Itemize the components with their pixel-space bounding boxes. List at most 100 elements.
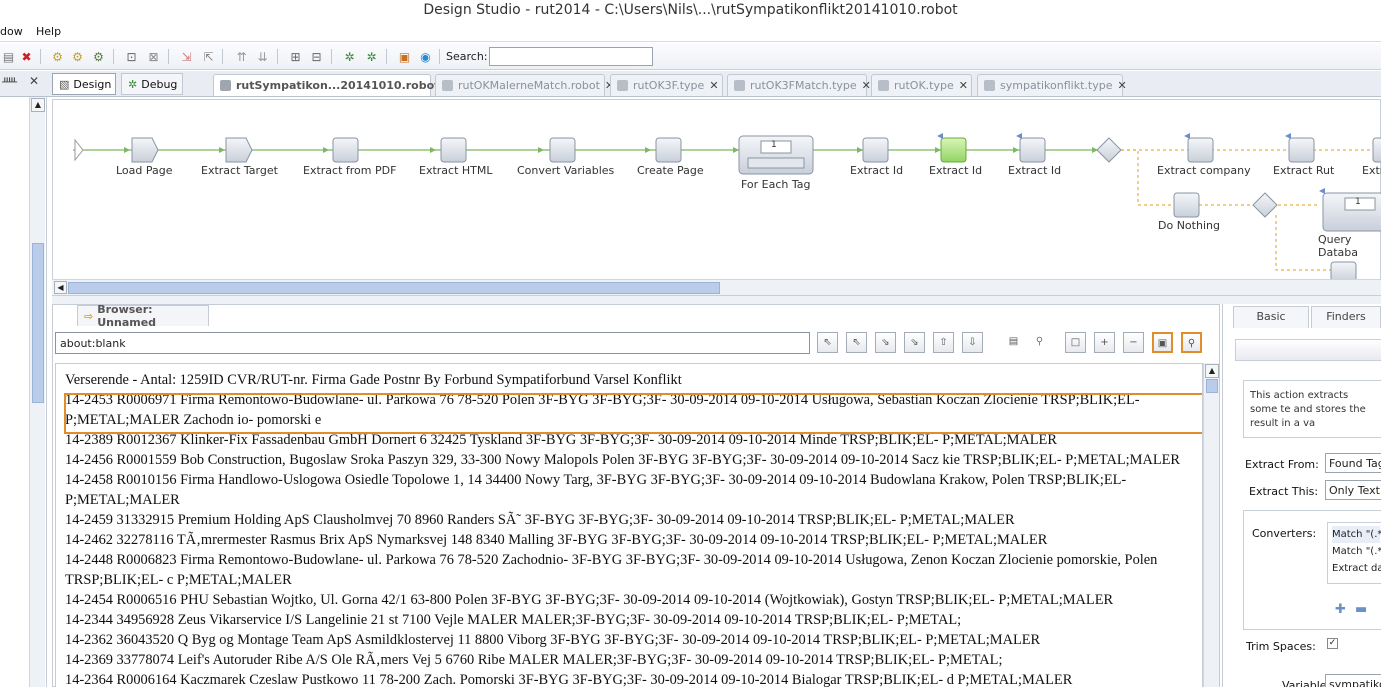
flow-step-do-nothing[interactable] [1173,192,1200,218]
file-tab-type[interactable]: rutOK.type ✕ [871,74,972,96]
converter-item[interactable]: Match "(.* [1332,543,1381,560]
extract-this-select[interactable]: Only Text [1325,480,1381,500]
run-all-icon[interactable]: ⚙ [69,48,86,65]
tab-browser[interactable]: ⇨ Browser: Unnamed [77,303,209,329]
remove-converter-icon[interactable]: ▬ [1355,602,1367,617]
flow-branch-point[interactable] [1252,192,1278,218]
find-selection-icon[interactable]: ⚲ [1181,332,1202,353]
scroll-up-icon[interactable]: ▲ [1205,364,1219,378]
insert-before-icon[interactable]: ⇲ [178,48,195,65]
tab-basic[interactable]: Basic [1233,306,1309,328]
left-scrollbar[interactable]: ▲ [29,97,45,687]
flow-step-extract-rut[interactable] [1288,137,1315,163]
content-row[interactable]: 14-2448 R0006823 Firma Remontowo-Budowla… [65,550,1157,570]
insert-after-icon[interactable]: ⇱ [200,48,217,65]
file-tab-robot[interactable]: rutOKMalerneMatch.robot ✕ [435,74,614,96]
flow-horizontal-scrollbar[interactable]: ◀ [52,279,1381,295]
scroll-up-icon[interactable]: ▲ [31,98,45,112]
flow-step-extract-id[interactable] [862,137,889,163]
branch-icon[interactable]: ⇈ [233,48,250,65]
trim-spaces-checkbox[interactable]: ✓ [1327,638,1338,649]
nav-prev-icon[interactable]: ⇖ [846,332,867,353]
expand-icon[interactable]: ⊞ [287,48,304,65]
url-field[interactable]: about:blank [55,332,810,354]
menu-help[interactable]: Help [36,25,61,38]
flow-step-extract-company[interactable] [1187,137,1214,163]
content-row[interactable]: 14-2364 R0006164 Kaczmarek Czeslaw Pustk… [65,670,1072,687]
tab-design[interactable]: ▧ Design [52,73,116,95]
zoom-in-icon[interactable]: + [1094,332,1115,353]
flow-step-load-page[interactable] [131,137,159,163]
flow-step-convert-variables[interactable] [549,137,576,163]
nav-down-icon[interactable]: ⇩ [962,332,983,353]
nav-next-icon[interactable]: ⇘ [875,332,896,353]
close-tab-icon[interactable]: ✕ [862,79,871,92]
content-row[interactable]: 14-2456 R0001559 Bob Construction, Bugos… [65,450,1180,470]
run-steps-icon[interactable]: ⚙ [49,48,66,65]
content-row[interactable]: 14-2459 31332915 Premium Holding ApS Cla… [65,510,1015,530]
panel-splitter[interactable] [52,296,1381,304]
flow-step[interactable] [1330,261,1357,280]
tab-debug[interactable]: ✲ Debug [121,73,183,95]
scroll-left-icon[interactable]: ◀ [54,281,67,294]
file-tab-robot-active[interactable]: rutSympatikon...20141010.robot ✕ [213,74,454,96]
nav-up-icon[interactable]: ⇧ [933,332,954,353]
content-row[interactable]: 14-2369 33778074 Leif's Autoruder Ribe A… [65,650,1002,670]
file-tab-type[interactable]: rutOK3F.type ✕ [610,74,723,96]
expand-selection-icon[interactable]: ▣ [1152,332,1173,353]
collapse-icon[interactable]: ⊟ [308,48,325,65]
search-input[interactable] [489,47,653,66]
variable-select[interactable]: sympatikon [1325,674,1381,687]
browser-content[interactable]: Verserende - Antal: 1259ID CVR/RUT-nr. F… [55,363,1203,687]
content-row[interactable]: 14-2344 34956928 Zeus Vikarservice I/S L… [65,610,961,630]
flow-step-create-page[interactable] [655,137,682,163]
merge-icon[interactable]: ⇊ [254,48,271,65]
converters-list[interactable]: Match "(.* Match "(.* Extract da [1327,522,1381,584]
menu-window[interactable]: dow [0,25,23,38]
flow-step-extract-target[interactable] [225,137,253,163]
content-row[interactable]: 14-2454 R0006516 PHU Sebastian Wojtko, U… [65,590,1113,610]
scrollbar-thumb[interactable] [32,243,44,403]
flow-step-extract-html[interactable] [440,137,467,163]
scrollbar-thumb[interactable] [1206,379,1218,393]
close-panel-icon[interactable]: ✕ [29,74,39,88]
action-selector[interactable] [1235,339,1381,361]
bookmark-icon[interactable]: ▣ [396,48,413,65]
ungroup-icon[interactable]: ⊠ [145,48,162,65]
page-icon[interactable]: ▤ [1003,332,1024,353]
close-tab-icon[interactable]: ✕ [959,79,968,92]
content-row[interactable]: TRSP;BLIK;EL- c P;METAL;MALER [65,570,292,590]
select-icon[interactable]: □ [1065,332,1086,353]
close-tab-icon[interactable]: ✕ [1117,79,1126,92]
add-converter-icon[interactable]: ✚ [1335,602,1346,617]
content-row-selected[interactable]: P;METAL;MALER Zachodn io- pomorski e [65,410,321,430]
content-row-selected[interactable]: 14-2453 R0006971 Firma Remontowo-Budowla… [65,390,1140,410]
nav-parent-icon[interactable]: ⇖ [817,332,838,353]
debug-run-icon[interactable]: ✲ [341,48,358,65]
flow-step-extract-id[interactable] [1019,137,1046,163]
robot-flow-canvas[interactable]: Load Page Extract Target Extract from PD… [52,99,1381,296]
pin-icon[interactable]: ᚊ [2,75,17,88]
file-tab-type[interactable]: sympatikonflikt.type ✕ [977,74,1127,96]
paste-icon[interactable]: ▤ [0,48,17,65]
flow-step-extract[interactable] [1372,137,1381,163]
content-row[interactable]: 14-2362 36043520 Q Byg og Montage Team A… [65,630,1040,650]
nav-child-icon[interactable]: ⇘ [904,332,925,353]
zoom-out-icon[interactable]: − [1123,332,1144,353]
debug-step-icon[interactable]: ✲ [363,48,380,65]
close-tab-icon[interactable]: ✕ [709,79,718,92]
extract-from-select[interactable]: Found Tag [1325,453,1381,473]
delete-icon[interactable]: ✖ [18,48,35,65]
group-icon[interactable]: ⊡ [123,48,140,65]
content-row[interactable]: 14-2389 R0012367 Klinker-Fix Fassadenbau… [65,430,1057,450]
tab-finders[interactable]: Finders [1311,306,1381,328]
flow-step-extract-pdf[interactable] [332,137,359,163]
converter-item[interactable]: Extract da [1332,560,1381,577]
content-scrollbar[interactable]: ▲ [1203,363,1219,687]
search-icon[interactable]: ⚲ [1029,332,1050,353]
flow-step-query-database[interactable] [1322,192,1381,232]
flow-step-extract-id-selected[interactable] [940,137,967,163]
content-row[interactable]: 14-2458 R0010156 Firma Handlowo-Uslogowa… [65,470,1126,490]
flow-branch-point[interactable] [1096,137,1122,163]
converter-item[interactable]: Match "(.* [1332,526,1381,543]
